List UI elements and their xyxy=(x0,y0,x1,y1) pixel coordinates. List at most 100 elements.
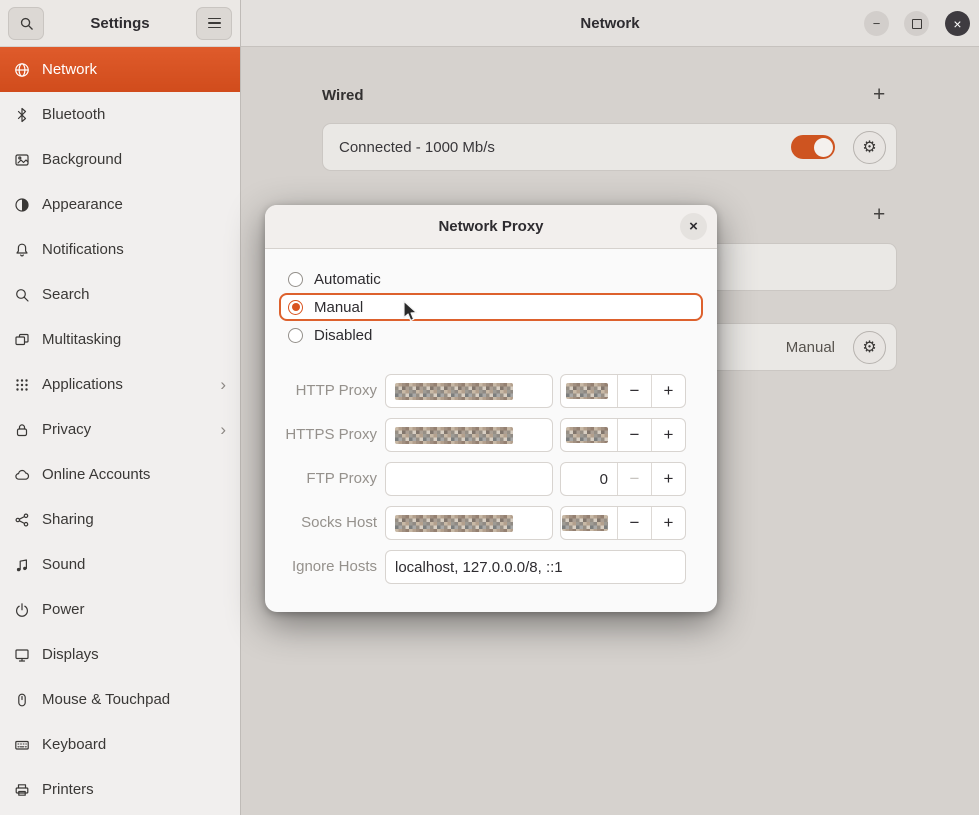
sidebar-item-applications[interactable]: Applications › xyxy=(0,362,240,407)
sidebar-item-search[interactable]: Search xyxy=(0,272,240,317)
increment-button[interactable]: + xyxy=(651,507,685,539)
decrement-button[interactable]: − xyxy=(617,375,651,407)
close-icon: × xyxy=(953,16,961,32)
ftp-port-value: 0 xyxy=(600,471,608,488)
wired-settings-button[interactable]: ⚙ xyxy=(853,131,886,164)
proxy-settings-button[interactable]: ⚙ xyxy=(853,331,886,364)
maximize-icon xyxy=(912,19,922,29)
primary-menu-button[interactable] xyxy=(196,7,232,40)
sidebar-item-label: Sound xyxy=(42,556,85,573)
sidebar-item-label: Notifications xyxy=(42,241,124,258)
dialog-close-button[interactable]: × xyxy=(680,213,707,240)
ftp-port-spinner[interactable]: 0 − + xyxy=(560,462,686,496)
sidebar-item-multitasking[interactable]: Multitasking xyxy=(0,317,240,362)
add-vpn-button[interactable]: + xyxy=(873,204,885,225)
mouse-icon xyxy=(14,692,30,708)
sidebar-item-label: Background xyxy=(42,151,122,168)
radio-checked-icon[interactable] xyxy=(288,300,303,315)
sidebar-item-printers[interactable]: Printers xyxy=(0,767,240,812)
socks-port-spinner[interactable]: − + xyxy=(560,506,686,540)
sidebar-item-mouse-touchpad[interactable]: Mouse & Touchpad xyxy=(0,677,240,722)
network-globe-icon xyxy=(14,62,30,78)
app-grid-icon xyxy=(14,377,30,393)
option-automatic[interactable]: Automatic xyxy=(279,265,703,293)
option-label: Disabled xyxy=(314,327,372,344)
monitor-icon xyxy=(14,647,30,663)
sidebar-item-privacy[interactable]: Privacy › xyxy=(0,407,240,452)
sidebar-item-keyboard[interactable]: Keyboard xyxy=(0,722,240,767)
add-wired-connection-button[interactable]: + xyxy=(873,84,885,105)
option-disabled[interactable]: Disabled xyxy=(279,321,703,349)
socks-host-input[interactable] xyxy=(385,506,553,540)
sidebar-item-label: Network xyxy=(42,61,97,78)
minimize-button[interactable]: − xyxy=(864,11,889,36)
proxy-mode-value: Manual xyxy=(786,339,835,356)
http-proxy-input[interactable] xyxy=(385,374,553,408)
https-port-spinner[interactable]: − + xyxy=(560,418,686,452)
redacted-value xyxy=(395,383,513,400)
decrement-button[interactable]: − xyxy=(617,507,651,539)
ignore-hosts-input[interactable] xyxy=(385,550,686,584)
share-nodes-icon xyxy=(14,512,30,528)
decrement-button[interactable]: − xyxy=(617,419,651,451)
sidebar-item-appearance[interactable]: Appearance xyxy=(0,182,240,227)
sidebar-item-label: Displays xyxy=(42,646,99,663)
option-label: Automatic xyxy=(314,271,381,288)
sidebar-item-bluetooth[interactable]: Bluetooth xyxy=(0,92,240,137)
increment-button[interactable]: + xyxy=(651,375,685,407)
redacted-value xyxy=(566,427,608,443)
https-proxy-input[interactable] xyxy=(385,418,553,452)
power-symbol-icon xyxy=(14,602,30,618)
minimize-icon: − xyxy=(873,16,881,31)
ftp-proxy-label: FTP Proxy xyxy=(273,462,377,496)
sidebar-item-notifications[interactable]: Notifications xyxy=(0,227,240,272)
sidebar-item-label: Applications xyxy=(42,376,123,393)
sidebar-item-background[interactable]: Background xyxy=(0,137,240,182)
option-manual[interactable]: Manual xyxy=(279,293,703,321)
dialog-header: Network Proxy × xyxy=(265,205,717,249)
printer-icon xyxy=(14,782,30,798)
keyboard-icon xyxy=(14,737,30,753)
http-port-spinner[interactable]: − + xyxy=(560,374,686,408)
sidebar-item-network[interactable]: Network xyxy=(0,47,240,92)
chevron-right-icon: › xyxy=(220,421,226,438)
http-proxy-label: HTTP Proxy xyxy=(273,374,377,408)
close-window-button[interactable]: × xyxy=(945,11,970,36)
radio-unchecked-icon[interactable] xyxy=(288,328,303,343)
close-icon: × xyxy=(689,218,698,235)
sidebar-item-label: Mouse & Touchpad xyxy=(42,691,170,708)
sidebar-item-online-accounts[interactable]: Online Accounts xyxy=(0,452,240,497)
sidebar-item-label: Privacy xyxy=(42,421,91,438)
sidebar-item-label: Online Accounts xyxy=(42,466,150,483)
sidebar-item-label: Printers xyxy=(42,781,94,798)
sidebar-header: Settings xyxy=(0,0,240,47)
dialog-title: Network Proxy xyxy=(438,218,543,235)
radio-unchecked-icon[interactable] xyxy=(288,272,303,287)
sidebar-item-displays[interactable]: Displays xyxy=(0,632,240,677)
increment-button[interactable]: + xyxy=(651,463,685,495)
wired-status-label: Connected - 1000 Mb/s xyxy=(339,139,791,156)
main-headerbar: Network − × xyxy=(241,0,979,47)
increment-button[interactable]: + xyxy=(651,419,685,451)
search-icon xyxy=(19,16,34,31)
sidebar-item-sharing[interactable]: Sharing xyxy=(0,497,240,542)
option-label: Manual xyxy=(314,299,363,316)
sidebar-item-sound[interactable]: Sound xyxy=(0,542,240,587)
sidebar-item-label: Keyboard xyxy=(42,736,106,753)
sidebar-item-label: Appearance xyxy=(42,196,123,213)
bell-icon xyxy=(14,242,30,258)
wired-connection-row[interactable]: Connected - 1000 Mb/s ⚙ xyxy=(322,123,897,171)
search-button[interactable] xyxy=(8,7,44,40)
socks-host-label: Socks Host xyxy=(273,506,377,540)
wired-section-heading: Wired xyxy=(322,87,364,104)
window-title: Settings xyxy=(90,15,149,32)
decrement-button[interactable]: − xyxy=(617,463,651,495)
network-proxy-dialog: Network Proxy × Automatic Manual Disable… xyxy=(265,205,717,612)
sidebar-item-label: Power xyxy=(42,601,85,618)
sidebar-item-power[interactable]: Power xyxy=(0,587,240,632)
maximize-button[interactable] xyxy=(904,11,929,36)
wired-toggle-switch[interactable] xyxy=(791,135,835,159)
redacted-value xyxy=(562,515,608,531)
appearance-theme-icon xyxy=(14,197,30,213)
ftp-proxy-input[interactable] xyxy=(385,462,553,496)
